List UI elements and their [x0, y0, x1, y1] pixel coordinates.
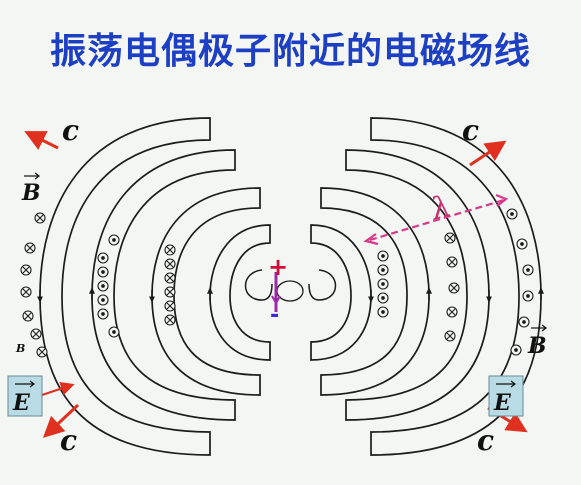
dipole [244, 269, 337, 312]
b-markers-left-crosses [164, 244, 176, 326]
left-loop-1 [39, 117, 211, 456]
lambda-label: λ [426, 189, 454, 228]
c-label-top-left: c [62, 114, 79, 147]
b-markers-right-crosses [444, 232, 460, 342]
b-label-right: B [527, 324, 547, 359]
right-loop-3 [320, 187, 430, 396]
field-line-diagram: + - c c c c B B B E E λ [7, 114, 547, 457]
svg-text:E: E [12, 390, 31, 416]
right-loop-2 [345, 149, 490, 421]
plus-sign: + [268, 253, 288, 281]
e-box-left: E [7, 375, 43, 417]
b-label-small: B [15, 342, 25, 355]
svg-text:B: B [21, 180, 41, 206]
field-direction-arrows [37, 287, 544, 303]
arrow-e-left [41, 381, 75, 396]
slide: 振荡电偶极子附近的电磁场线 + - c c c c B B B E E λ [0, 0, 581, 485]
e-box-right: E [488, 375, 524, 417]
left-loop-2 [91, 149, 236, 421]
svg-text:E: E [493, 390, 512, 416]
left-field-loops [39, 117, 271, 456]
wavelength-annotation: λ [363, 189, 509, 246]
c-label-bottom-right: c [477, 424, 494, 457]
right-loop-4 [310, 224, 372, 361]
left-loop-4 [209, 224, 271, 361]
c-label-bottom-left: c [60, 424, 77, 457]
svg-text:B: B [527, 333, 547, 359]
arrow-top-left [24, 131, 59, 150]
minus-sign: - [270, 303, 279, 328]
b-label-left: B [21, 172, 41, 206]
c-label-top-right: c [462, 114, 479, 147]
b-markers-right-dots-inner [377, 250, 389, 318]
